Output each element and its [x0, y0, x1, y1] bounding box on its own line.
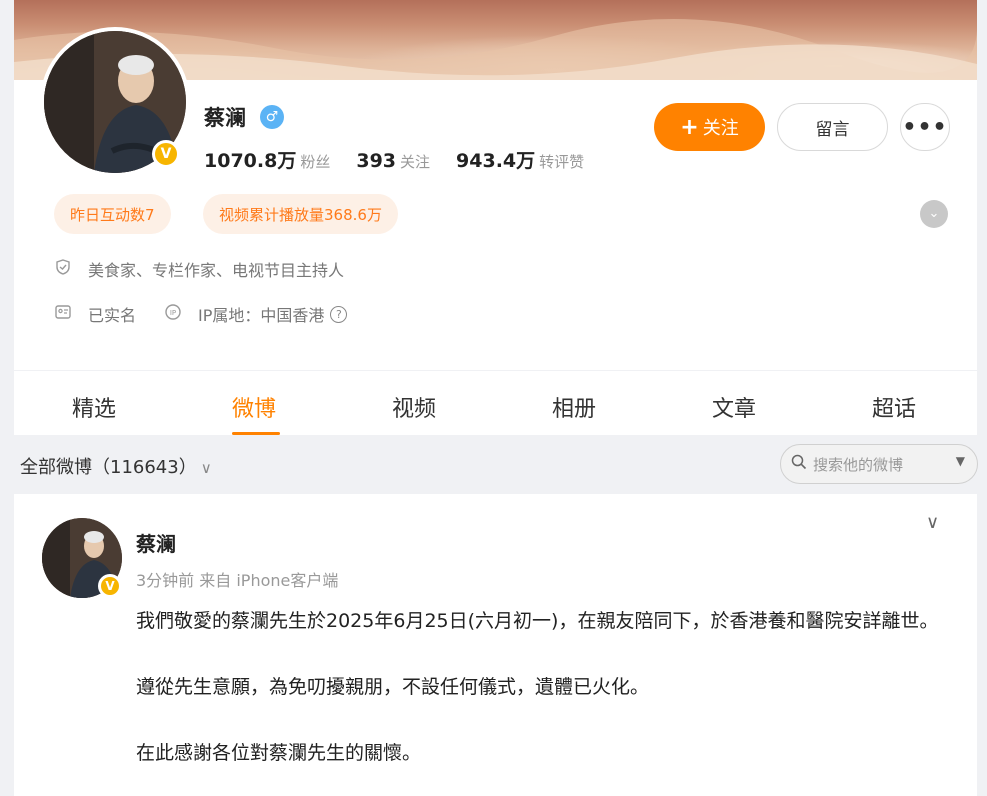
identity-row: 已实名 IP IP属地：中国香港 ? — [54, 302, 348, 326]
gender-male-icon: ♂ — [260, 105, 284, 129]
active-tab-indicator — [232, 432, 280, 435]
description-text: 美食家、专栏作家、电视节目主持人 — [88, 261, 345, 280]
filter-label: 全部微博（116643） — [20, 457, 197, 478]
post-paragraph: 我們敬愛的蔡瀾先生於2025年6月25日(六月初一)，在親友陪同下，於香港養和醫… — [136, 610, 939, 632]
id-card-icon — [54, 305, 72, 323]
follow-label: 关注 — [702, 118, 739, 139]
shield-icon — [54, 259, 72, 279]
search-input[interactable]: 搜索他的微博 ▼ — [780, 444, 978, 484]
following-count: 393 — [356, 150, 397, 172]
video-views-tag[interactable]: 视频累计播放量368.6万 — [203, 194, 398, 234]
ip-location-icon: IP — [164, 304, 182, 324]
caret-down-icon[interactable]: ▼ — [956, 454, 965, 468]
engagement-stat: 943.4万 转评赞 — [456, 146, 584, 173]
interaction-tag[interactable]: 昨日互动数7 — [54, 194, 171, 234]
engagement-label: 转评赞 — [539, 153, 585, 171]
tab-supertopic[interactable]: 超话 — [872, 391, 916, 423]
chevron-down-icon[interactable]: ∨ — [926, 512, 939, 533]
tab-weibo[interactable]: 微博 — [232, 391, 276, 423]
weibo-filter-dropdown[interactable]: 全部微博（116643） ∨ — [20, 453, 212, 479]
search-icon — [791, 454, 807, 475]
post-paragraph: 在此感謝各位對蔡瀾先生的關懷。 — [136, 742, 422, 764]
profile-tabs: 精选 微博 视频 相册 文章 超话 — [14, 371, 977, 435]
post-content: 我們敬愛的蔡瀾先生於2025年6月25日(六月初一)，在親友陪同下，於香港養和醫… — [136, 604, 956, 796]
post-author-name[interactable]: 蔡澜 — [136, 528, 176, 557]
search-placeholder: 搜索他的微博 — [813, 455, 904, 474]
followers-count: 1070.8万 — [204, 150, 297, 172]
help-icon[interactable]: ? — [330, 305, 348, 323]
verified-badge: V — [152, 140, 180, 168]
tab-video[interactable]: 视频 — [392, 391, 436, 423]
plus-icon: + — [680, 114, 699, 140]
chevron-down-icon[interactable]: ⌄ — [920, 200, 948, 228]
post-paragraph: 遵從先生意願，為免叨擾親朋，不設任何儀式，遺體已火化。 — [136, 676, 650, 698]
ip-location-text: IP属地：中国香港 — [198, 306, 325, 325]
message-button[interactable]: 留言 — [777, 103, 888, 151]
chevron-down-icon: ∨ — [200, 459, 212, 477]
more-dots-icon[interactable]: ••• — [900, 103, 950, 151]
following-label: 关注 — [400, 153, 431, 171]
tab-articles[interactable]: 文章 — [712, 391, 756, 423]
followers-label: 粉丝 — [300, 153, 331, 171]
real-name-label: 已实名 — [88, 306, 137, 325]
tab-featured[interactable]: 精选 — [72, 391, 116, 423]
follow-button[interactable]: + 关注 — [654, 103, 765, 151]
description-row: 美食家、专栏作家、电视节目主持人 — [54, 257, 344, 281]
post-meta: 3分钟前 来自 iPhone客户端 — [136, 571, 339, 590]
tab-album[interactable]: 相册 — [552, 391, 596, 423]
svg-text:IP: IP — [170, 309, 176, 317]
following-stat[interactable]: 393 关注 — [356, 150, 430, 172]
verified-badge: V — [98, 574, 122, 598]
profile-stats: 1070.8万 粉丝 393 关注 943.4万 转评赞 — [204, 146, 610, 173]
followers-stat[interactable]: 1070.8万 粉丝 — [204, 146, 330, 173]
profile-name: 蔡澜 — [204, 106, 246, 130]
engagement-count: 943.4万 — [456, 150, 536, 172]
